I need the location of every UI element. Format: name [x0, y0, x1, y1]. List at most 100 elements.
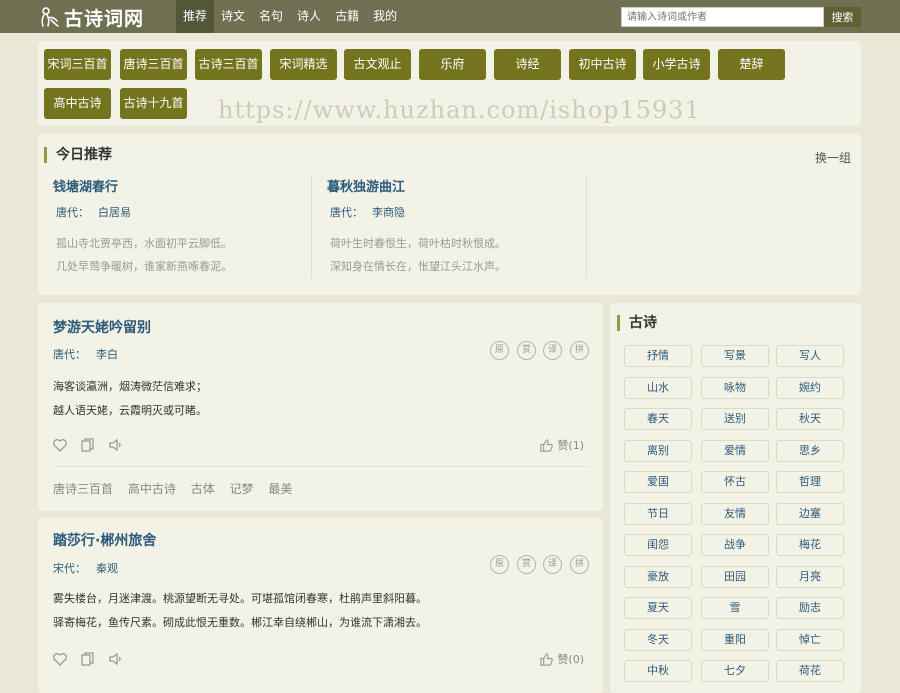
category-button[interactable]: 唐诗三百首 — [120, 49, 187, 80]
sidebar-tag[interactable]: 爱情 — [701, 439, 769, 462]
nav-tab-classics[interactable]: 古籍 — [328, 0, 366, 33]
nav-tab-mine[interactable]: 我的 — [366, 0, 404, 33]
author-link[interactable]: 李白 — [96, 348, 118, 361]
poem-title-link[interactable]: 暮秋独游曲江 — [327, 176, 577, 195]
category-button[interactable]: 小学古诗 — [643, 49, 710, 80]
sidebar-title: 古诗 — [617, 315, 657, 331]
tag-link[interactable]: 唐诗三百首 — [53, 482, 113, 496]
sidebar-tag[interactable]: 写景 — [701, 345, 769, 367]
category-button[interactable]: 诗经 — [494, 49, 561, 80]
like-button[interactable]: 赞(0) — [539, 651, 584, 667]
category-button[interactable]: 乐府 — [419, 49, 486, 80]
sidebar-tag[interactable]: 边塞 — [776, 502, 844, 525]
category-button[interactable]: 宋词精选 — [270, 49, 337, 80]
translation-button[interactable]: 译 — [543, 341, 562, 360]
tag-link[interactable]: 最美 — [268, 482, 292, 496]
column-divider — [586, 176, 587, 278]
tag-link[interactable]: 记梦 — [230, 482, 254, 496]
speaker-icon[interactable] — [108, 437, 124, 453]
sidebar-tag[interactable]: 中秋 — [624, 660, 692, 682]
sidebar-tag[interactable]: 春天 — [624, 408, 692, 430]
tag-link[interactable]: 高中古诗 — [128, 482, 176, 496]
category-button[interactable]: 楚辞 — [718, 49, 785, 80]
sidebar-tag[interactable]: 七夕 — [701, 660, 769, 682]
sidebar-tag[interactable]: 冬天 — [624, 628, 692, 651]
sidebar-tag[interactable]: 梅花 — [776, 534, 844, 556]
heart-icon[interactable] — [52, 651, 68, 667]
author-link[interactable]: 白居易 — [98, 206, 131, 219]
nav-tab-poems[interactable]: 诗文 — [214, 0, 252, 33]
sidebar-tag[interactable]: 思乡 — [776, 439, 844, 462]
section-title: 今日推荐 — [44, 147, 112, 163]
dynasty: 唐代： — [56, 206, 89, 219]
poem-meta: 唐代： 李白 — [53, 346, 118, 362]
sidebar-ancient-poems: 古诗 抒情 写景 写人山水 咏物 婉约春天 送别 秋天离别 爱情 思乡爱国 怀古 哲理节日 友情 边塞闺… — [610, 303, 861, 693]
top-nav-bar: 古诗词网 推荐 诗文 名句 诗人 古籍 我的 搜索 — [0, 0, 900, 33]
poem-line: 深知身在情长在，怅望江头江水声。 — [330, 260, 506, 273]
heart-icon[interactable] — [52, 437, 68, 453]
appreciation-button[interactable]: 赏 — [517, 555, 536, 574]
dynasty: 唐代： — [330, 206, 363, 219]
sidebar-tag[interactable]: 荷花 — [776, 660, 844, 682]
sidebar-tag[interactable]: 爱国 — [624, 471, 692, 493]
sidebar-tag[interactable]: 哲理 — [776, 471, 844, 493]
pinyin-button[interactable]: 拼 — [570, 341, 589, 360]
like-button[interactable]: 赞(1) — [539, 437, 584, 453]
sidebar-tag[interactable]: 战争 — [701, 534, 769, 556]
category-button[interactable]: 初中古诗 — [569, 49, 636, 80]
sidebar-tag[interactable]: 月亮 — [776, 565, 844, 588]
copy-icon[interactable] — [80, 651, 96, 667]
sidebar-tag[interactable]: 离别 — [624, 439, 692, 462]
logo[interactable]: 古诗词网 — [38, 5, 144, 30]
poem-title-link[interactable]: 钱塘湖春行 — [53, 176, 303, 195]
sidebar-tag[interactable]: 雪 — [701, 597, 769, 619]
original-text-button[interactable]: 原 — [490, 341, 509, 360]
recommend-poem: 暮秋独游曲江 唐代： 李商隐 荷叶生时春恨生，荷叶枯时秋恨成。 深知身在情长在，怅… — [327, 176, 577, 281]
author-link[interactable]: 秦观 — [96, 562, 118, 575]
switch-group-link[interactable]: 换一组 — [815, 149, 851, 166]
category-button[interactable]: 宋词三百首 — [44, 49, 111, 80]
poem-meta: 唐代： 李商隐 — [327, 204, 577, 220]
today-recommend-panel: 今日推荐 换一组 钱塘湖春行 唐代： 白居易 孤山寺北贾亭西，水面初平云脚低。 几… — [38, 134, 861, 295]
sidebar-tag[interactable]: 悼亡 — [776, 628, 844, 651]
sidebar-tag[interactable]: 豪放 — [624, 565, 692, 588]
original-text-button[interactable]: 原 — [490, 555, 509, 574]
poem-title-link[interactable]: 梦游天姥吟留别 — [53, 317, 151, 337]
sidebar-tag[interactable]: 重阳 — [701, 628, 769, 651]
dynasty: 宋代： — [53, 562, 86, 575]
poem-tags: 唐诗三百首 高中古诗 古体 记梦 最美 — [53, 480, 303, 497]
category-button[interactable]: 高中古诗 — [44, 88, 111, 119]
nav-tab-poets[interactable]: 诗人 — [290, 0, 328, 33]
copy-icon[interactable] — [80, 437, 96, 453]
search-input[interactable] — [621, 7, 824, 27]
pinyin-button[interactable]: 拼 — [570, 555, 589, 574]
sidebar-tag[interactable]: 怀古 — [701, 471, 769, 493]
category-button[interactable]: 古诗十九首 — [120, 88, 187, 119]
sidebar-tag[interactable]: 励志 — [776, 597, 844, 619]
poem-title-link[interactable]: 踏莎行·郴州旅舍 — [53, 530, 156, 550]
sidebar-tag[interactable]: 秋天 — [776, 408, 844, 430]
tag-link[interactable]: 古体 — [191, 482, 215, 496]
nav-tab-recommend[interactable]: 推荐 — [176, 0, 215, 33]
sidebar-tag[interactable]: 节日 — [624, 502, 692, 525]
category-button[interactable]: 古文观止 — [344, 49, 411, 80]
poem-card: 踏莎行·郴州旅舍 宋代： 秦观 原 赏 译 拼 雾失楼台，月迷津渡。桃源望断无寻处… — [38, 518, 603, 693]
search-button[interactable]: 搜索 — [824, 7, 861, 27]
sidebar-tag[interactable]: 闺怨 — [624, 534, 692, 556]
appreciation-button[interactable]: 赏 — [517, 341, 536, 360]
sidebar-tag[interactable]: 送别 — [701, 408, 769, 430]
author-link[interactable]: 李商隐 — [372, 206, 405, 219]
sidebar-tag[interactable]: 田园 — [701, 565, 769, 588]
translation-button[interactable]: 译 — [543, 555, 562, 574]
sidebar-tag[interactable]: 友情 — [701, 502, 769, 525]
poet-logo-icon — [41, 7, 59, 27]
sidebar-tag[interactable]: 山水 — [624, 376, 692, 399]
sidebar-tag[interactable]: 写人 — [776, 345, 844, 367]
nav-tab-quotes[interactable]: 名句 — [252, 0, 290, 33]
category-button[interactable]: 古诗三百首 — [195, 49, 262, 80]
sidebar-tag[interactable]: 抒情 — [624, 345, 692, 367]
sidebar-tag[interactable]: 咏物 — [701, 376, 769, 399]
sidebar-tag[interactable]: 夏天 — [624, 597, 692, 619]
sidebar-tag[interactable]: 婉约 — [776, 376, 844, 399]
speaker-icon[interactable] — [108, 651, 124, 667]
